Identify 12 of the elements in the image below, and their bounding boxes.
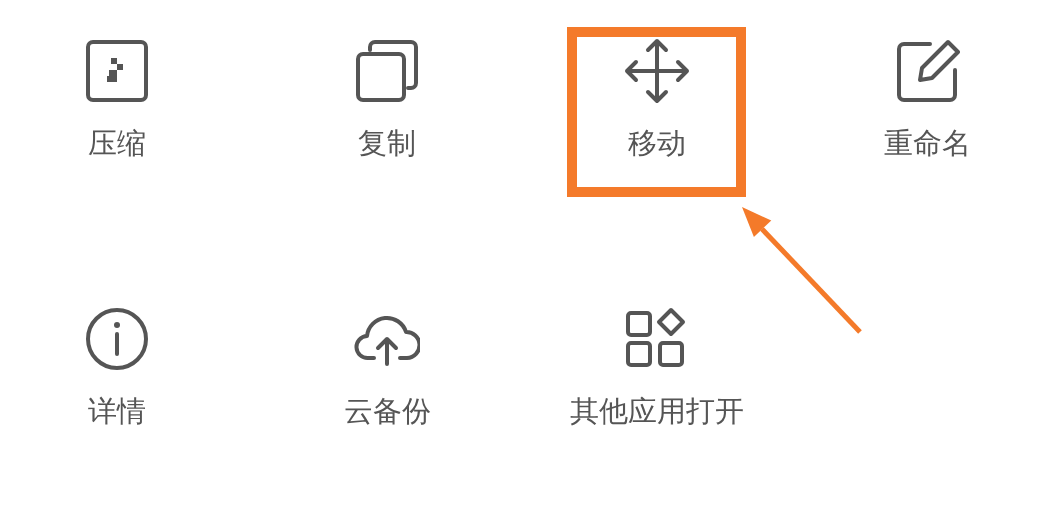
copy-icon[interactable] bbox=[354, 38, 420, 104]
info-icon[interactable] bbox=[84, 306, 150, 372]
action-label[interactable]: 重命名 bbox=[883, 126, 971, 160]
edit-icon[interactable] bbox=[894, 38, 960, 104]
action-label[interactable]: 其他应用打开 bbox=[570, 394, 744, 428]
zip-icon[interactable] bbox=[84, 38, 150, 104]
action-label[interactable]: 详情 bbox=[88, 394, 146, 428]
action-label[interactable]: 复制 bbox=[358, 126, 416, 160]
move-icon[interactable] bbox=[624, 38, 690, 104]
action-label[interactable]: 压缩 bbox=[88, 126, 146, 160]
action-label[interactable]: 移动 bbox=[628, 126, 686, 160]
action-label[interactable]: 云备份 bbox=[343, 394, 431, 428]
